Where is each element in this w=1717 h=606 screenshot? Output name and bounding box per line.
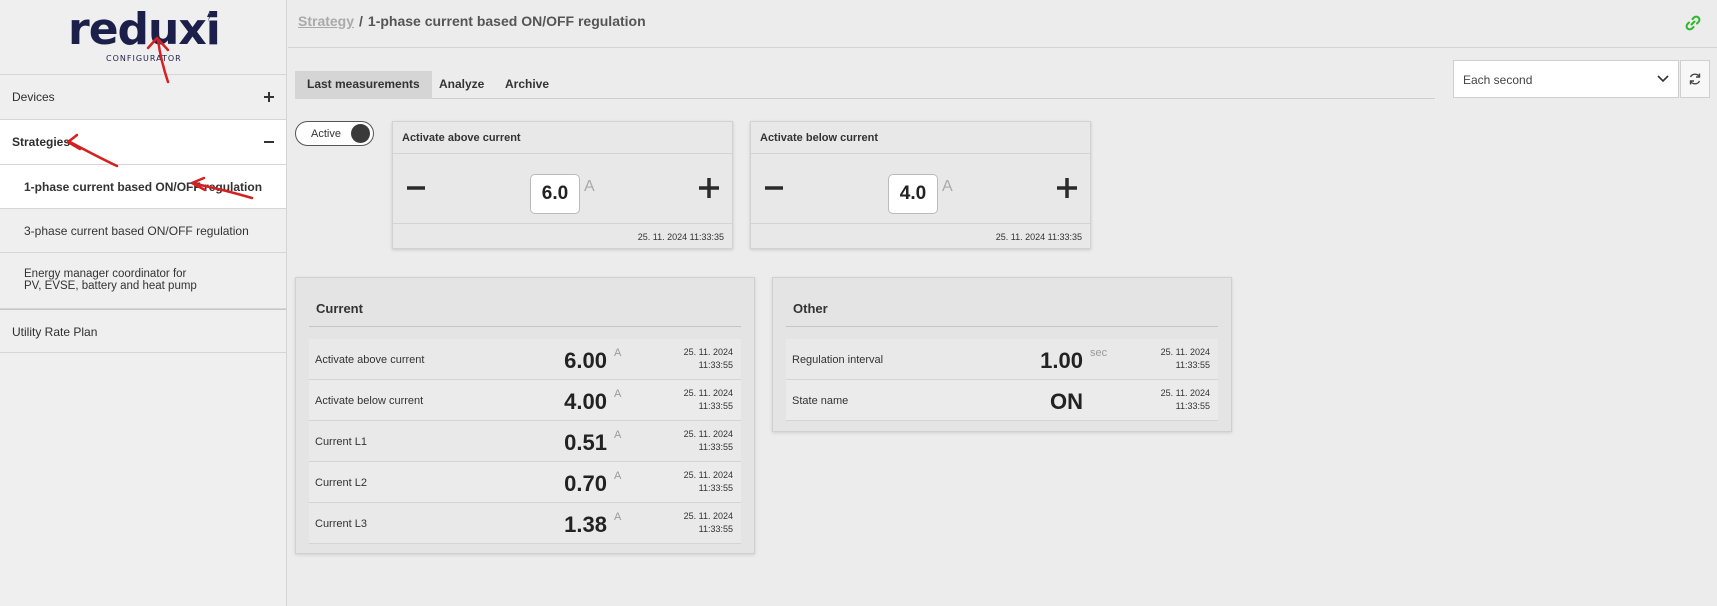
interval-select-value: Each second: [1463, 73, 1533, 87]
divider: [751, 223, 1090, 224]
row-label: Current L2: [315, 477, 367, 489]
sidebar-subitem-label: 1-phase current based ON/OFF regulation: [24, 180, 263, 194]
table-row: State name ON 25. 11. 2024 11:33:55: [786, 380, 1218, 421]
sidebar-item-label: Devices: [12, 90, 55, 104]
row-label: Current L1: [315, 436, 367, 448]
header: Strategy /1-phase current based ON/OFF re…: [288, 0, 1717, 48]
row-value: 0.70: [564, 471, 607, 496]
sidebar-subitem-energy-manager[interactable]: Energy manager coordinator for PV, EVSE,…: [0, 253, 286, 309]
sidebar-item-label: Utility Rate Plan: [12, 325, 98, 339]
row-unit: A: [614, 511, 622, 523]
panel-title: Current: [316, 301, 363, 316]
refresh-button[interactable]: [1680, 60, 1710, 98]
row-label: Regulation interval: [792, 354, 884, 366]
expand-plus-icon[interactable]: [262, 90, 276, 104]
sidebar-subitem-3phase[interactable]: 3-phase current based ON/OFF regulation: [0, 209, 286, 253]
sidebar-subitem-1phase[interactable]: 1-phase current based ON/OFF regulation: [0, 165, 286, 209]
link-icon[interactable]: [1684, 14, 1702, 32]
toggle-knob: [351, 124, 370, 143]
row-unit: A: [614, 347, 622, 359]
row-timestamp: 25. 11. 2024 11:33:55: [1160, 388, 1210, 411]
collapse-minus-icon[interactable]: [262, 135, 276, 149]
table-row: Activate above current 6.00 A 25. 11. 20…: [309, 339, 741, 380]
row-timestamp: 25. 11. 2024 11:33:55: [683, 511, 733, 534]
measurement-list: Activate above current 6.00 A 25. 11. 20…: [309, 339, 741, 544]
setpoint-unit: A: [584, 178, 595, 195]
sidebar-item-devices[interactable]: Devices: [0, 75, 286, 120]
row-unit: sec: [1090, 347, 1108, 359]
table-row: Activate below current 4.00 A 25. 11. 20…: [309, 380, 741, 421]
table-row: Current L2 0.70 A 25. 11. 2024 11:33:55: [309, 462, 741, 503]
divider: [393, 223, 732, 224]
setpoint-timestamp: 25. 11. 2024 11:33:35: [637, 232, 724, 242]
breadcrumb-link-strategy[interactable]: Strategy: [298, 13, 354, 29]
row-label: Activate above current: [315, 354, 425, 366]
decrement-button[interactable]: [763, 177, 785, 199]
table-row: Regulation interval 1.00 sec 25. 11. 202…: [786, 339, 1218, 380]
sidebar-subitem-label: 3-phase current based ON/OFF regulation: [24, 224, 249, 238]
panel-title: Other: [793, 301, 828, 316]
row-value: ON: [1050, 389, 1083, 414]
setpoint-value-input[interactable]: 4.0: [888, 174, 938, 214]
tab-last-measurements[interactable]: Last measurements: [295, 71, 432, 99]
logo-subtitle: CONFIGURATOR: [106, 54, 182, 63]
row-unit: A: [614, 388, 622, 400]
chevron-down-icon: [1657, 75, 1669, 83]
tab-archive[interactable]: Archive: [493, 71, 561, 99]
sidebar: reduxi CONFIGURATOR Devices Strategies 1…: [0, 0, 287, 606]
increment-button[interactable]: [1056, 177, 1078, 199]
table-row: Current L3 1.38 A 25. 11. 2024 11:33:55: [309, 503, 741, 544]
tab-bar: Last measurements Analyze Archive: [295, 71, 1435, 99]
row-timestamp: 25. 11. 2024 11:33:55: [683, 347, 733, 370]
setpoint-card-above: Activate above current 6.0 A 25. 11. 202…: [392, 121, 733, 249]
setpoint-unit: A: [942, 178, 953, 195]
row-unit: A: [614, 429, 622, 441]
logo-bolt-icon: [207, 10, 211, 22]
divider: [751, 153, 1090, 154]
sidebar-item-label: Strategies: [12, 135, 71, 149]
active-toggle-label: Active: [311, 128, 341, 140]
breadcrumb-current: 1-phase current based ON/OFF regulation: [367, 13, 646, 29]
divider: [786, 326, 1218, 327]
sidebar-item-utility-rate-plan[interactable]: Utility Rate Plan: [0, 309, 286, 353]
divider: [393, 153, 732, 154]
setpoint-timestamp: 25. 11. 2024 11:33:35: [995, 232, 1082, 242]
sidebar-subitem-label: Energy manager coordinator for PV, EVSE,…: [24, 268, 197, 292]
row-timestamp: 25. 11. 2024 11:33:55: [683, 388, 733, 411]
panel-current: Current Activate above current 6.00 A 25…: [295, 277, 755, 554]
row-timestamp: 25. 11. 2024 11:33:55: [1160, 347, 1210, 370]
setpoint-title: Activate below current: [760, 132, 878, 144]
row-unit: A: [614, 470, 622, 482]
row-value: 1.00: [1040, 348, 1083, 373]
tab-analyze[interactable]: Analyze: [427, 71, 496, 99]
row-timestamp: 25. 11. 2024 11:33:55: [683, 429, 733, 452]
increment-button[interactable]: [698, 177, 720, 199]
row-value: 0.51: [564, 430, 607, 455]
decrement-button[interactable]: [405, 177, 427, 199]
panel-other: Other Regulation interval 1.00 sec 25. 1…: [772, 277, 1232, 432]
row-value: 6.00: [564, 348, 607, 373]
row-value: 4.00: [564, 389, 607, 414]
refresh-icon: [1689, 73, 1701, 85]
divider: [309, 326, 741, 327]
active-toggle[interactable]: Active: [295, 121, 374, 146]
sidebar-item-strategies[interactable]: Strategies: [0, 120, 286, 165]
breadcrumb-separator: /: [359, 13, 363, 29]
setpoint-value-input[interactable]: 6.0: [530, 174, 580, 214]
logo[interactable]: reduxi CONFIGURATOR: [0, 0, 286, 75]
logo-wordmark: reduxi: [68, 4, 221, 55]
row-value: 1.38: [564, 512, 607, 537]
table-row: Current L1 0.51 A 25. 11. 2024 11:33:55: [309, 421, 741, 462]
row-label: Activate below current: [315, 395, 424, 407]
breadcrumb: Strategy /1-phase current based ON/OFF re…: [298, 13, 646, 29]
row-timestamp: 25. 11. 2024 11:33:55: [683, 470, 733, 493]
setpoint-card-below: Activate below current 4.0 A 25. 11. 202…: [750, 121, 1091, 249]
setpoint-title: Activate above current: [402, 132, 521, 144]
interval-select[interactable]: Each second: [1453, 60, 1679, 98]
row-label: State name: [792, 395, 849, 407]
measurement-list: Regulation interval 1.00 sec 25. 11. 202…: [786, 339, 1218, 421]
row-label: Current L3: [315, 518, 367, 530]
